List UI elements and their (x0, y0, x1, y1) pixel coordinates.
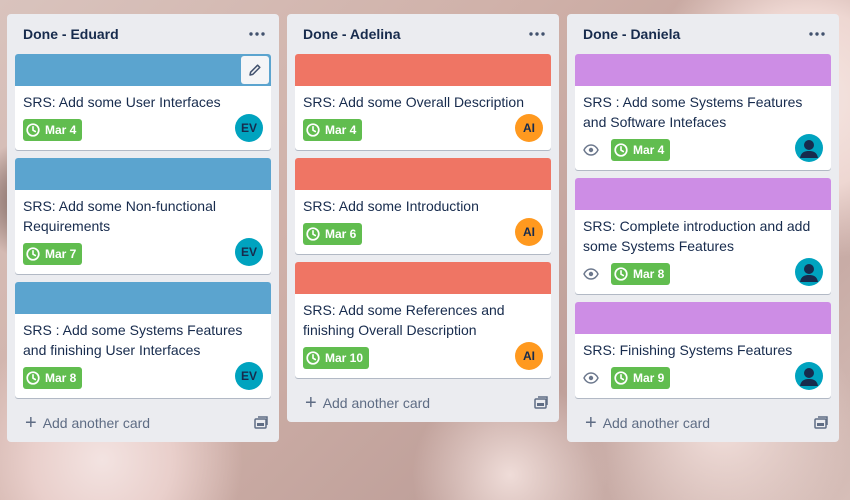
avatar[interactable]: AI (515, 114, 543, 142)
card-cover (15, 54, 271, 86)
due-date-label: Mar 4 (45, 123, 77, 137)
card[interactable]: SRS: Add some Introduction Mar 6 AI (295, 158, 551, 254)
list-header: Done - Daniela (567, 14, 839, 54)
clock-icon (26, 371, 40, 385)
due-date-badge[interactable]: Mar 4 (303, 119, 363, 141)
due-date-badge[interactable]: Mar 9 (611, 367, 671, 389)
avatar[interactable]: EV (235, 114, 263, 142)
list-done-adelina: Done - Adelina SRS: Add some Overall Des… (287, 14, 559, 422)
pencil-icon[interactable] (241, 56, 269, 84)
clock-icon (26, 247, 40, 261)
due-date-label: Mar 8 (633, 267, 665, 281)
card-cover (295, 262, 551, 294)
card[interactable]: SRS: Complete introduction and add some … (575, 178, 831, 294)
plus-icon: + (585, 412, 597, 434)
card[interactable]: SRS : Add some Systems Features and fini… (15, 282, 271, 398)
card-title: SRS: Add some User Interfaces (23, 94, 221, 110)
card-cover (575, 178, 831, 210)
card-title: SRS : Add some Systems Features and fini… (23, 322, 243, 358)
card-title: SRS: Add some Introduction (303, 198, 479, 214)
card-cover (575, 302, 831, 334)
eye-icon (583, 263, 607, 285)
list-header: Done - Adelina (287, 14, 559, 54)
card-title: SRS: Finishing Systems Features (583, 342, 793, 358)
due-date-label: Mar 4 (633, 143, 665, 157)
clock-icon (614, 143, 628, 157)
add-card-label: Add another card (322, 395, 431, 411)
add-card-label: Add another card (42, 415, 151, 431)
card[interactable]: SRS: Add some User Interfaces Mar 4 EV (15, 54, 271, 150)
card-cover (15, 282, 271, 314)
avatar[interactable] (795, 134, 823, 162)
more-options-icon[interactable] (245, 22, 269, 46)
avatar[interactable] (795, 258, 823, 286)
due-date-badge[interactable]: Mar 8 (23, 367, 83, 389)
due-date-label: Mar 10 (325, 351, 364, 365)
list-done-daniela: Done - Daniela SRS : Add some Systems Fe… (567, 14, 839, 442)
clock-icon (614, 267, 628, 281)
user-icon (800, 264, 818, 282)
due-date-badge[interactable]: Mar 8 (611, 263, 671, 285)
clock-icon (26, 123, 40, 137)
card[interactable]: SRS: Finishing Systems Features Mar 9 (575, 302, 831, 398)
due-date-badge[interactable]: Mar 4 (23, 119, 83, 141)
list-title[interactable]: Done - Eduard (23, 26, 119, 42)
clock-icon (306, 123, 320, 137)
card-cover (295, 158, 551, 190)
card-title: SRS: Add some Non-functional Requirement… (23, 198, 216, 234)
due-date-badge[interactable]: Mar 10 (303, 347, 370, 369)
list-footer: + Add another card (7, 404, 279, 442)
avatar[interactable]: AI (515, 342, 543, 370)
card[interactable]: SRS: Add some References and finishing O… (295, 262, 551, 378)
add-card-label: Add another card (602, 415, 711, 431)
card-title: SRS: Complete introduction and add some … (583, 218, 811, 254)
card-template-icon[interactable] (253, 415, 269, 431)
due-date-label: Mar 7 (45, 247, 77, 261)
clock-icon (614, 371, 628, 385)
due-date-badge[interactable]: Mar 4 (611, 139, 671, 161)
list-title[interactable]: Done - Daniela (583, 26, 680, 42)
more-options-icon[interactable] (805, 22, 829, 46)
list-done-eduard: Done - Eduard SRS: Add some User Interfa… (7, 14, 279, 442)
due-date-label: Mar 6 (325, 227, 357, 241)
avatar[interactable]: AI (515, 218, 543, 246)
eye-icon (583, 139, 607, 161)
card[interactable]: SRS: Add some Overall Description Mar 4 … (295, 54, 551, 150)
card-template-icon[interactable] (533, 395, 549, 411)
card-template-icon[interactable] (813, 415, 829, 431)
list-footer: + Add another card (567, 404, 839, 442)
user-icon (800, 140, 818, 158)
card[interactable]: SRS : Add some Systems Features and Soft… (575, 54, 831, 170)
due-date-label: Mar 4 (325, 123, 357, 137)
clock-icon (306, 227, 320, 241)
plus-icon: + (25, 412, 37, 434)
due-date-badge[interactable]: Mar 6 (303, 223, 363, 245)
plus-icon: + (305, 392, 317, 414)
list-title[interactable]: Done - Adelina (303, 26, 401, 42)
avatar[interactable] (795, 362, 823, 390)
card-title: SRS : Add some Systems Features and Soft… (583, 94, 803, 130)
add-card-button[interactable]: + Add another card (305, 393, 430, 413)
card-cover (295, 54, 551, 86)
avatar[interactable]: EV (235, 362, 263, 390)
more-options-icon[interactable] (525, 22, 549, 46)
user-icon (800, 368, 818, 386)
card-cover (575, 54, 831, 86)
clock-icon (306, 351, 320, 365)
avatar[interactable]: EV (235, 238, 263, 266)
add-card-button[interactable]: + Add another card (585, 413, 710, 433)
card-title: SRS: Add some References and finishing O… (303, 302, 505, 338)
card-cover (15, 158, 271, 190)
card-title: SRS: Add some Overall Description (303, 94, 524, 110)
due-date-badge[interactable]: Mar 7 (23, 243, 83, 265)
list-header: Done - Eduard (7, 14, 279, 54)
eye-icon (583, 367, 607, 389)
due-date-label: Mar 9 (633, 371, 665, 385)
add-card-button[interactable]: + Add another card (25, 413, 150, 433)
due-date-label: Mar 8 (45, 371, 77, 385)
card[interactable]: SRS: Add some Non-functional Requirement… (15, 158, 271, 274)
list-footer: + Add another card (287, 384, 559, 422)
